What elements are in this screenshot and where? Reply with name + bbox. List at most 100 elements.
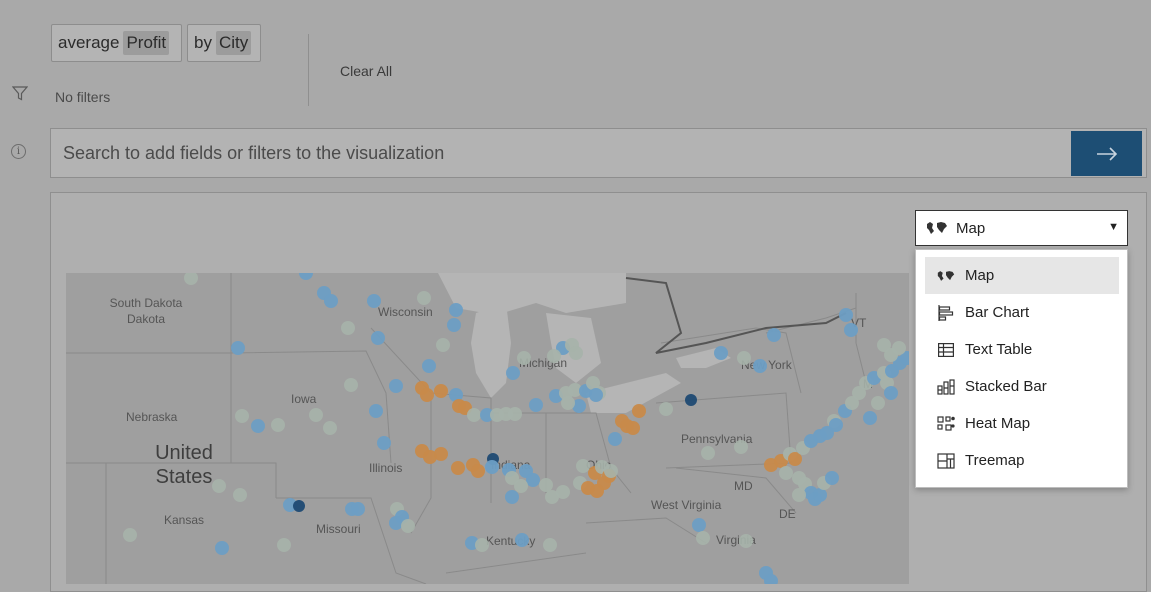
city-marker[interactable]	[212, 479, 226, 493]
city-marker[interactable]	[737, 351, 751, 365]
city-marker[interactable]	[271, 418, 285, 432]
city-marker[interactable]	[753, 359, 767, 373]
city-marker[interactable]	[514, 479, 528, 493]
city-marker[interactable]	[813, 488, 827, 502]
city-marker[interactable]	[371, 331, 385, 345]
city-marker[interactable]	[505, 490, 519, 504]
city-marker[interactable]	[447, 318, 461, 332]
dimension-pill[interactable]: by City	[187, 24, 261, 62]
city-marker[interactable]	[892, 341, 906, 355]
city-marker[interactable]	[434, 384, 448, 398]
city-marker[interactable]	[123, 528, 137, 542]
measure-pill[interactable]: average Profit	[51, 24, 182, 62]
city-marker[interactable]	[277, 538, 291, 552]
city-marker[interactable]	[324, 294, 338, 308]
menu-item-text-table[interactable]: Text Table	[925, 331, 1119, 368]
city-marker[interactable]	[231, 341, 245, 355]
city-marker[interactable]	[506, 366, 520, 380]
clear-all-button[interactable]: Clear All	[340, 63, 392, 79]
city-marker[interactable]	[420, 388, 434, 402]
search-box[interactable]	[50, 128, 1147, 178]
city-marker[interactable]	[590, 484, 604, 498]
city-marker[interactable]	[351, 502, 365, 516]
city-marker[interactable]	[825, 471, 839, 485]
city-marker[interactable]	[604, 464, 618, 478]
city-marker[interactable]	[561, 396, 575, 410]
city-marker[interactable]	[844, 323, 858, 337]
city-marker[interactable]	[539, 478, 553, 492]
city-marker[interactable]	[529, 398, 543, 412]
city-marker[interactable]	[517, 351, 531, 365]
search-submit-button[interactable]	[1071, 131, 1142, 176]
city-marker[interactable]	[215, 541, 229, 555]
city-marker[interactable]	[515, 533, 529, 547]
search-input[interactable]	[63, 129, 1043, 177]
city-marker[interactable]	[251, 419, 265, 433]
city-marker[interactable]	[871, 396, 885, 410]
city-marker[interactable]	[829, 418, 843, 432]
city-marker[interactable]	[767, 328, 781, 342]
map-visualization[interactable]: South Dakota Dakota Wisconsin Michigan N…	[66, 273, 909, 584]
city-marker[interactable]	[701, 446, 715, 460]
city-marker[interactable]	[293, 500, 305, 512]
city-marker[interactable]	[299, 273, 313, 280]
city-marker[interactable]	[344, 378, 358, 392]
city-marker[interactable]	[839, 308, 853, 322]
city-marker[interactable]	[401, 519, 415, 533]
city-marker[interactable]	[685, 394, 697, 406]
city-marker[interactable]	[184, 273, 198, 285]
menu-item-treemap[interactable]: Treemap	[925, 442, 1119, 479]
city-marker[interactable]	[434, 447, 448, 461]
city-marker[interactable]	[389, 379, 403, 393]
city-marker[interactable]	[508, 407, 522, 421]
city-marker[interactable]	[734, 440, 748, 454]
filter-icon[interactable]	[11, 86, 29, 106]
label-nebraska: Nebraska	[126, 410, 178, 424]
city-marker[interactable]	[449, 303, 463, 317]
city-marker[interactable]	[543, 538, 557, 552]
city-marker[interactable]	[739, 534, 753, 548]
city-marker[interactable]	[417, 291, 431, 305]
city-marker[interactable]	[323, 421, 337, 435]
city-marker[interactable]	[526, 473, 540, 487]
svg-text:United: United	[155, 442, 213, 464]
menu-item-bar-chart[interactable]: Bar Chart	[925, 294, 1119, 331]
city-marker[interactable]	[485, 460, 499, 474]
city-marker[interactable]	[451, 461, 465, 475]
menu-item-heat-map[interactable]: Heat Map	[925, 405, 1119, 442]
city-marker[interactable]	[696, 531, 710, 545]
city-marker[interactable]	[692, 518, 706, 532]
city-marker[interactable]	[235, 409, 249, 423]
city-marker[interactable]	[389, 516, 403, 530]
city-marker[interactable]	[369, 404, 383, 418]
city-marker[interactable]	[626, 421, 640, 435]
city-marker[interactable]	[576, 459, 590, 473]
city-marker[interactable]	[467, 408, 481, 422]
city-marker[interactable]	[377, 436, 391, 450]
city-marker[interactable]	[589, 388, 603, 402]
city-marker[interactable]	[659, 402, 673, 416]
city-marker[interactable]	[632, 404, 646, 418]
city-marker[interactable]	[367, 294, 381, 308]
city-marker[interactable]	[309, 408, 323, 422]
city-marker[interactable]	[863, 411, 877, 425]
city-marker[interactable]	[471, 464, 485, 478]
city-marker[interactable]	[792, 488, 806, 502]
city-marker[interactable]	[884, 386, 898, 400]
city-marker[interactable]	[436, 338, 450, 352]
city-marker[interactable]	[475, 538, 489, 552]
menu-item-map[interactable]: Map	[925, 257, 1119, 294]
viz-type-dropdown[interactable]: Map ▼	[915, 210, 1128, 246]
city-marker[interactable]	[547, 349, 561, 363]
city-marker[interactable]	[608, 432, 622, 446]
city-marker[interactable]	[556, 485, 570, 499]
city-marker[interactable]	[569, 346, 583, 360]
city-marker[interactable]	[422, 359, 436, 373]
city-marker[interactable]	[779, 466, 793, 480]
menu-item-stacked-bar[interactable]: Stacked Bar	[925, 368, 1119, 405]
city-marker[interactable]	[714, 346, 728, 360]
city-marker[interactable]	[341, 321, 355, 335]
label-west: West Virginia	[651, 498, 722, 512]
info-icon[interactable]: i	[11, 144, 26, 159]
city-marker[interactable]	[233, 488, 247, 502]
